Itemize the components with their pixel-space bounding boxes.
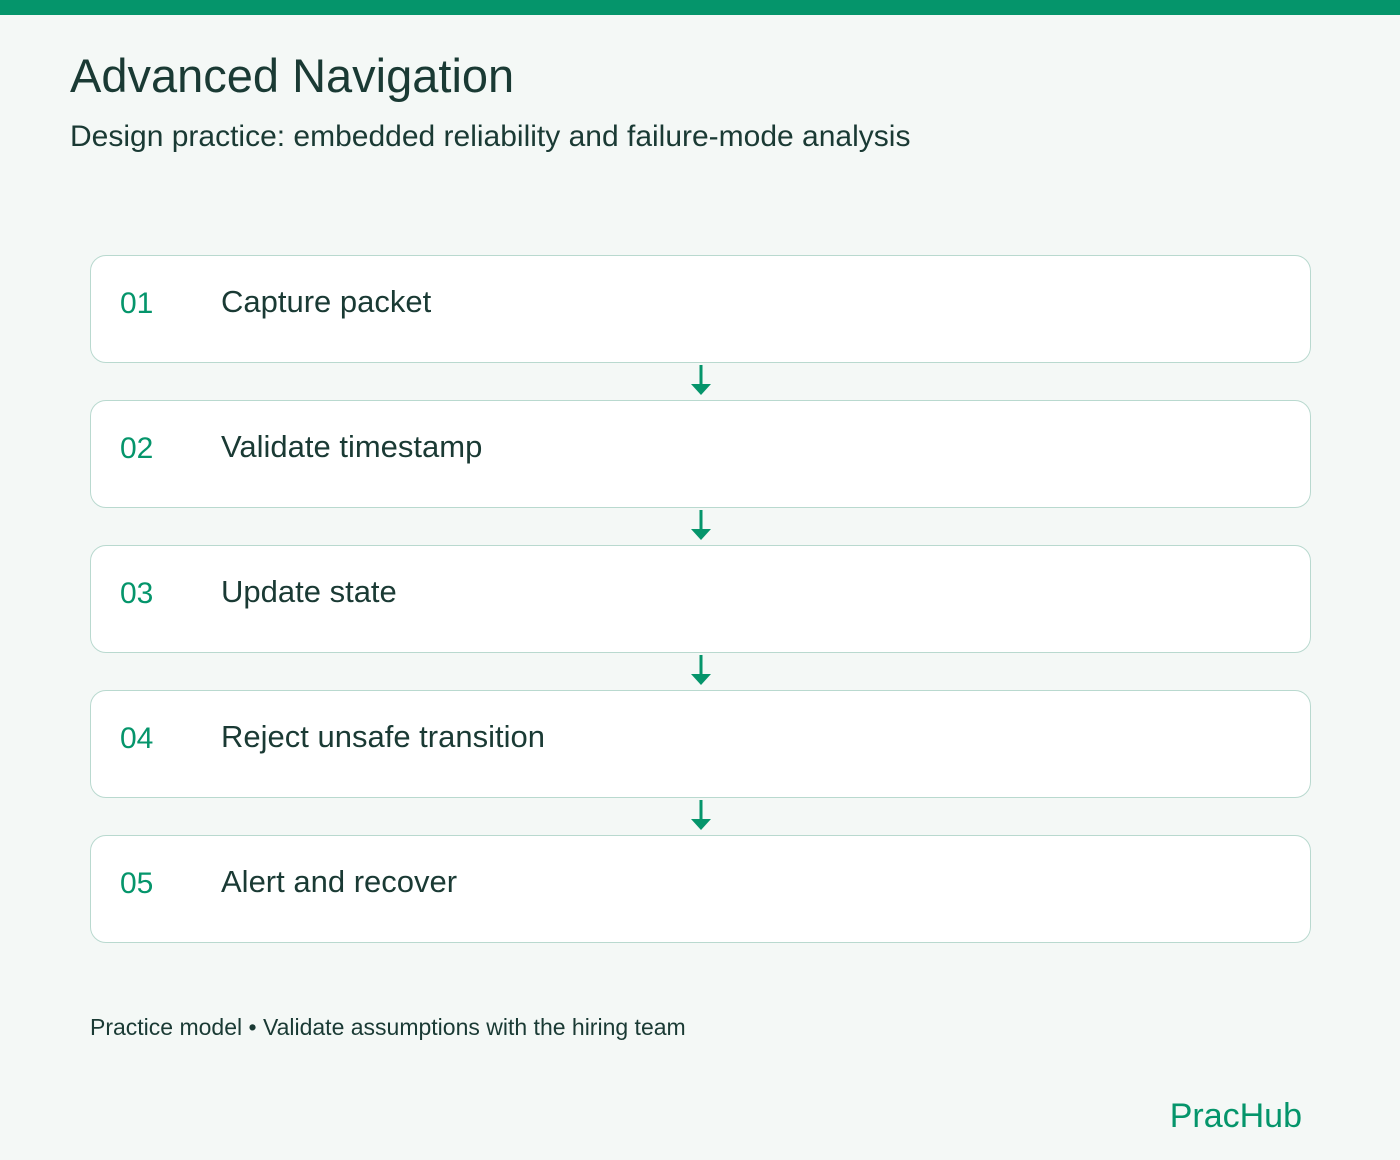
step-number: 01 bbox=[120, 287, 154, 320]
step-card-5: 05 Alert and recover bbox=[90, 835, 1311, 943]
brand-logo: PracHub bbox=[1169, 1097, 1302, 1135]
page-title: Advanced Navigation bbox=[70, 49, 515, 102]
step-label: Update state bbox=[221, 574, 397, 609]
step-card-4: 04 Reject unsafe transition bbox=[90, 690, 1311, 798]
step-card-1: 01 Capture packet bbox=[90, 255, 1311, 363]
step-number: 02 bbox=[120, 432, 154, 465]
step-card-3: 03 Update state bbox=[90, 545, 1311, 653]
down-arrow-icon bbox=[690, 510, 712, 542]
step-label: Alert and recover bbox=[221, 864, 458, 899]
step-number: 05 bbox=[120, 867, 154, 900]
step-label: Capture packet bbox=[221, 284, 432, 319]
step-label: Validate timestamp bbox=[221, 429, 483, 464]
page-subtitle: Design practice: embedded reliability an… bbox=[70, 120, 911, 153]
step-card-2: 02 Validate timestamp bbox=[90, 400, 1311, 508]
footnote: Practice model • Validate assumptions wi… bbox=[90, 1014, 686, 1040]
down-arrow-icon bbox=[690, 800, 712, 832]
step-label: Reject unsafe transition bbox=[221, 719, 545, 754]
step-number: 03 bbox=[120, 577, 154, 610]
down-arrow-icon bbox=[690, 655, 712, 687]
down-arrow-icon bbox=[690, 365, 712, 397]
top-accent-bar bbox=[0, 0, 1400, 15]
step-number: 04 bbox=[120, 722, 154, 755]
